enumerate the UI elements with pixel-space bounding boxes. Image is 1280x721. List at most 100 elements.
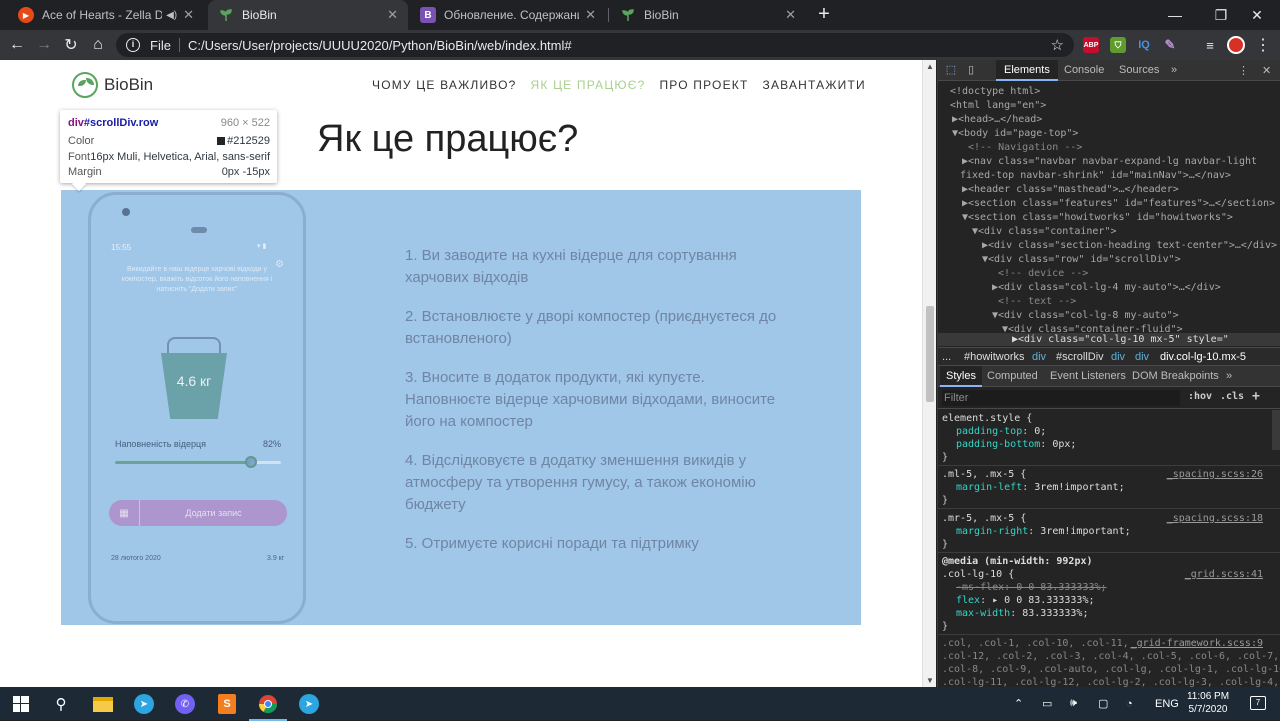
dom-line[interactable]: ▶<nav class="navbar navbar-expand-lg nav… <box>962 155 1257 169</box>
device-toolbar-icon[interactable]: ▯ <box>964 63 978 77</box>
rule-source-link[interactable]: _spacing.scss:18 <box>1167 512 1263 525</box>
css-prop[interactable]: flex <box>956 595 980 606</box>
site-info-icon[interactable]: i <box>126 38 140 52</box>
address-bar[interactable]: i File C:/Users/User/projects/UUUU2020/P… <box>116 33 1074 57</box>
new-tab-button[interactable]: + <box>812 3 836 27</box>
speaker-icon[interactable]: ◀) <box>166 10 177 21</box>
browser-tab-0[interactable]: ▶ Ace of Hearts - Zella Day - G ◀) ✕ <box>8 0 204 30</box>
dom-line[interactable]: ▼<body id="page-top"> <box>952 127 1078 141</box>
close-tab-icon[interactable]: ✕ <box>387 7 398 23</box>
viber-icon[interactable]: ✆ <box>172 691 198 717</box>
avatar[interactable] <box>1225 34 1247 56</box>
adblock-plus-icon[interactable]: ABP <box>1083 37 1099 53</box>
tab-dom-breakpoints[interactable]: DOM Breakpoints <box>1132 370 1219 382</box>
telegram-icon[interactable]: ➤ <box>131 691 157 717</box>
close-tab-icon[interactable]: ✕ <box>785 7 796 23</box>
file-explorer-icon[interactable] <box>90 691 116 717</box>
breadcrumb-item[interactable]: div <box>1111 351 1125 363</box>
dom-comment[interactable]: <!-- device --> <box>998 267 1088 281</box>
styles-scrollbar[interactable] <box>1272 410 1280 450</box>
tab-computed[interactable]: Computed <box>987 370 1038 382</box>
dom-line[interactable]: ▶<header class="masthead">…</header> <box>962 183 1179 197</box>
home-button[interactable]: ⌂ <box>87 34 109 56</box>
css-prop[interactable]: max-width <box>956 608 1010 619</box>
nav-link-about[interactable]: ПРО ПРОЕКТ <box>659 78 748 92</box>
nav-link-why[interactable]: ЧОМУ ЦЕ ВАЖЛИВО? <box>372 78 517 92</box>
brand[interactable]: BioBin <box>72 72 153 98</box>
breadcrumb-item-selected[interactable]: div.col-lg-10.mx-5 <box>1160 351 1246 363</box>
scroll-up-arrow[interactable]: ▲ <box>926 62 934 71</box>
tab-console[interactable]: Console <box>1064 64 1104 76</box>
breadcrumb-item[interactable]: ... <box>942 351 951 363</box>
dom-line[interactable]: ▼<div class="container"> <box>972 225 1117 239</box>
rule-source-link[interactable]: _spacing.scss:26 <box>1167 468 1263 481</box>
devtools-close-icon[interactable]: ✕ <box>1262 64 1271 77</box>
dom-line[interactable]: ▼<div class="row" id="scrollDiv"> <box>982 253 1181 267</box>
scroll-down-arrow[interactable]: ▼ <box>926 676 934 685</box>
shield-icon[interactable]: ⛉ <box>1110 37 1126 53</box>
dom-line[interactable]: <!doctype html> <box>950 85 1040 99</box>
tray-expand-icon[interactable]: ⌃ <box>1014 687 1023 720</box>
screen-icon[interactable]: ▢ <box>1098 687 1108 720</box>
rule-selector[interactable]: element.style { <box>942 412 1032 425</box>
clock[interactable]: 11:06 PM 5/7/2020 <box>1178 690 1238 716</box>
telegram-desktop-icon[interactable]: ➤ <box>296 691 322 717</box>
close-window-button[interactable]: ✕ <box>1234 0 1280 30</box>
slider-knob[interactable] <box>245 456 258 468</box>
css-value[interactable]: 3rem!important; <box>1040 526 1130 537</box>
dom-line[interactable]: ▼<section class="howitworks" id="howitwo… <box>962 211 1233 225</box>
breadcrumb-item[interactable]: #scrollDiv <box>1056 351 1104 363</box>
css-value-overridden[interactable]: 0 0 83.333333%; <box>1016 582 1106 593</box>
url-text[interactable]: C:/Users/User/projects/UUUU2020/Python/B… <box>188 38 572 53</box>
dom-line[interactable]: ▶<head>…</head> <box>952 113 1042 127</box>
search-icon[interactable]: ⚲ <box>48 691 74 717</box>
nav-link-download[interactable]: ЗАВАНТАЖИТИ <box>763 78 866 92</box>
dom-line[interactable]: fixed-top navbar-shrink" id="mainNav">…<… <box>960 169 1231 183</box>
styles-filter-input[interactable]: Filter <box>942 390 1180 406</box>
fill-level-slider[interactable] <box>115 456 281 468</box>
dom-line[interactable]: ▶<section class="features" id="features"… <box>962 197 1275 211</box>
tab-styles[interactable]: Styles <box>940 366 982 387</box>
hover-state-toggle[interactable]: :hov <box>1188 391 1212 402</box>
browser-tab-2[interactable]: B Обновление. Содержание - Boo ✕ <box>410 0 606 30</box>
chrome-icon[interactable] <box>249 691 287 721</box>
css-value[interactable]: 0px; <box>1052 439 1076 450</box>
breadcrumb-item[interactable]: div <box>1135 351 1149 363</box>
tab-event-listeners[interactable]: Event Listeners <box>1050 370 1126 382</box>
browser-tab-3[interactable]: BioBin ✕ <box>610 0 806 30</box>
rule-selector[interactable]: .col, .col-1, .col-10, .col-11, <box>942 638 1129 649</box>
close-tab-icon[interactable]: ✕ <box>183 7 194 23</box>
rule-selector[interactable]: .col-lg-10 { <box>942 569 1014 580</box>
browser-tab-1[interactable]: BioBin ✕ <box>208 0 408 30</box>
tab-more[interactable]: » <box>1171 64 1177 76</box>
wifi-icon[interactable]: ◔ <box>1126 687 1133 720</box>
minimize-button[interactable]: — <box>1152 0 1198 30</box>
tab-sources[interactable]: Sources <box>1119 64 1159 76</box>
page-scrollbar[interactable]: ▲ ▼ <box>922 60 936 687</box>
dom-line-selected[interactable]: ▶<div class="col-lg-10 mx-5" style=" <box>1012 333 1229 346</box>
rule-selector[interactable]: .mr-5, .mx-5 { <box>942 513 1026 524</box>
css-prop[interactable]: margin-left <box>956 482 1022 493</box>
reload-button[interactable]: ↻ <box>60 34 82 56</box>
nav-link-how[interactable]: ЯК ЦЕ ПРАЦЮЄ? <box>531 78 646 92</box>
scroll-thumb[interactable] <box>926 306 934 402</box>
breadcrumb-item[interactable]: #howitworks <box>964 351 1025 363</box>
windows-start-icon[interactable] <box>8 691 34 717</box>
css-prop[interactable]: margin-right <box>956 526 1028 537</box>
css-value[interactable]: 3rem!important; <box>1034 482 1124 493</box>
iq-icon[interactable]: IQ <box>1136 37 1152 53</box>
css-prop-overridden[interactable]: -ms-flex <box>956 582 1004 593</box>
new-rule-button[interactable]: + <box>1252 389 1260 404</box>
volume-icon[interactable]: 🕪 <box>1070 687 1077 720</box>
tab-elements[interactable]: Elements <box>996 60 1058 81</box>
rule-selector[interactable]: .ml-5, .mx-5 { <box>942 469 1026 480</box>
breadcrumb-item[interactable]: div <box>1032 351 1046 363</box>
tab-more[interactable]: » <box>1226 370 1232 382</box>
close-tab-icon[interactable]: ✕ <box>585 7 596 23</box>
chrome-menu-icon[interactable]: ⋮ <box>1252 34 1274 56</box>
dom-line[interactable]: ▶<div class="col-lg-4 my-auto">…</div> <box>992 281 1221 295</box>
notification-center-icon[interactable]: 7 <box>1250 696 1266 710</box>
css-value[interactable]: 83.333333%; <box>1022 608 1088 619</box>
sublime-text-icon[interactable]: S <box>214 691 240 717</box>
feather-icon[interactable]: ✎ <box>1162 37 1178 53</box>
